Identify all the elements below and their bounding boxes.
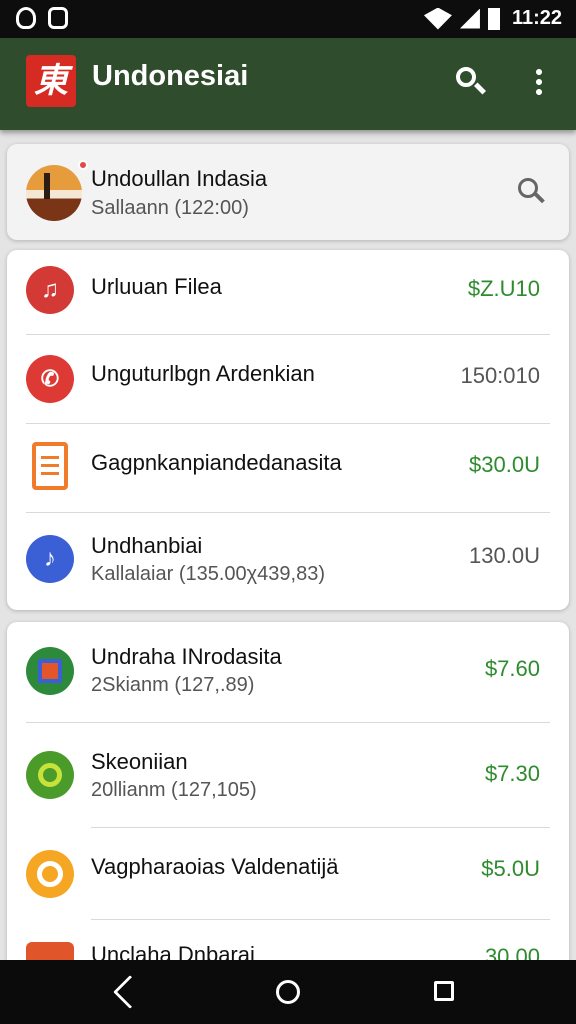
notification-icon bbox=[16, 7, 36, 29]
app-logo-icon: 東 bbox=[26, 55, 76, 107]
document-icon bbox=[32, 442, 68, 490]
item-price: $7.60 bbox=[484, 656, 540, 681]
app-title: Undonesiai bbox=[92, 60, 249, 92]
item-price: $Z.U10 bbox=[467, 276, 540, 301]
item-price: 130.0U bbox=[469, 543, 540, 568]
featured-thumbnail bbox=[26, 165, 82, 221]
phone-missed-icon: ✆ bbox=[26, 355, 74, 403]
recents-button[interactable] bbox=[434, 981, 454, 1001]
item-name: Urluuan Filea bbox=[91, 274, 222, 299]
featured-title: Undoullan Indasia bbox=[91, 166, 268, 191]
item-name: Skeoniian bbox=[91, 749, 188, 774]
item-name: Gagpnkanpiandedanasita bbox=[91, 450, 342, 475]
music-icon: ♪ bbox=[26, 535, 74, 583]
search-icon bbox=[518, 178, 538, 198]
loop-icon bbox=[26, 850, 74, 898]
list-card-1: ♫ Urluuan Filea $Z.U10 ✆ Unguturlbgn Ard… bbox=[7, 250, 569, 610]
item-name: Undraha INrodasita bbox=[91, 644, 282, 669]
notification-dot bbox=[78, 160, 88, 170]
search-icon bbox=[456, 67, 476, 87]
list-item[interactable]: ♫ Urluuan Filea $Z.U10 bbox=[7, 250, 569, 334]
item-price: $5.0U bbox=[481, 856, 540, 881]
item-name: Vagpharaoias Valdenatijä bbox=[91, 854, 339, 879]
item-subtitle: 20llianm (127,105) bbox=[91, 779, 257, 801]
featured-card[interactable]: Undoullan Indasia Sallaann (122:00) bbox=[7, 144, 569, 240]
list-item[interactable]: ✆ Unguturlbgn Ardenkian 150:010 bbox=[7, 335, 569, 423]
list-card-2: Undraha INrodasita 2Skianm (127,.89) $7.… bbox=[7, 622, 569, 990]
list-item[interactable]: Undraha INrodasita 2Skianm (127,.89) $7.… bbox=[7, 622, 569, 722]
status-bar: 11:22 bbox=[0, 0, 576, 38]
item-subtitle: Kallalaiar (135.00χ439,83) bbox=[91, 563, 325, 585]
palm-tree-icon bbox=[44, 173, 50, 199]
refresh-icon bbox=[26, 751, 74, 799]
item-subtitle: 2Skianm (127,.89) bbox=[91, 674, 255, 696]
signal-icon bbox=[459, 8, 480, 29]
battery-icon bbox=[487, 7, 500, 30]
more-options-button[interactable] bbox=[518, 59, 562, 103]
item-price: $30.0U bbox=[469, 452, 540, 477]
item-name: Undhanbiai bbox=[91, 533, 203, 558]
featured-subtitle: Sallaann (122:00) bbox=[91, 197, 249, 219]
list-item[interactable]: Skeoniian 20llianm (127,105) $7.30 bbox=[7, 723, 569, 827]
status-time: 11:22 bbox=[511, 7, 562, 29]
featured-search-button[interactable] bbox=[516, 176, 548, 208]
item-price: $7.30 bbox=[484, 761, 540, 786]
search-button[interactable] bbox=[446, 59, 490, 103]
more-vert-icon bbox=[536, 67, 542, 95]
list-item[interactable]: ♪ Undhanbiai Kallalaiar (135.00χ439,83) … bbox=[7, 513, 569, 609]
navigation-bar bbox=[0, 960, 576, 1024]
list-item[interactable]: Vagpharaoias Valdenatijä $5.0U bbox=[7, 828, 569, 920]
music-note-icon: ♫ bbox=[26, 266, 74, 314]
home-button[interactable] bbox=[276, 980, 300, 1004]
game-board-icon bbox=[26, 647, 74, 695]
app-logo-glyph: 東 bbox=[34, 62, 68, 100]
item-price: 150:010 bbox=[460, 363, 540, 388]
item-name: Unguturlbgn Ardenkian bbox=[91, 361, 315, 386]
app-bar: 東 Undonesiai bbox=[0, 38, 576, 130]
shield-icon bbox=[48, 7, 68, 29]
list-item[interactable]: Gagpnkanpiandedanasita $30.0U bbox=[7, 424, 569, 512]
back-button[interactable] bbox=[113, 975, 147, 1009]
wifi-icon bbox=[423, 7, 452, 30]
